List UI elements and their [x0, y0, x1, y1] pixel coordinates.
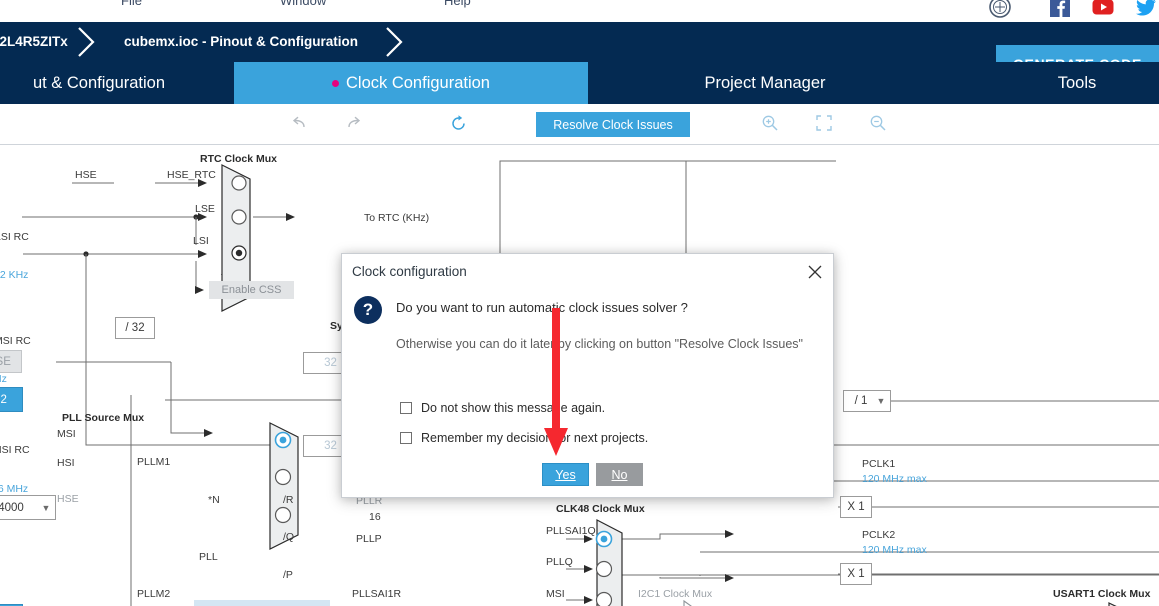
diagram-label: *N: [208, 494, 220, 506]
diagram-label: PLL: [199, 551, 218, 563]
diagram-label: HSE_RTC: [167, 169, 216, 181]
combo-value: / 1: [854, 395, 868, 407]
remember-decision-label: Remember my decision for next projects.: [421, 431, 649, 445]
tab-pinout-configuration[interactable]: ut & Configuration: [0, 62, 234, 104]
zoom-in-icon[interactable]: [757, 110, 783, 136]
diagram-label: HSI RC: [0, 444, 30, 456]
tab-label: ut & Configuration: [32, 73, 166, 92]
diagram-label: PLLM2: [137, 588, 171, 600]
dialog-title: Clock configuration: [352, 264, 467, 279]
breadcrumb-project[interactable]: cubemx.ioc - Pinout & Configuration: [124, 22, 358, 62]
menu-item-help[interactable]: Help: [444, 0, 471, 8]
remember-decision-checkbox[interactable]: [400, 432, 412, 444]
resolve-clock-issues-button[interactable]: Resolve Clock Issues: [536, 112, 690, 137]
diagram-label: PLLM1: [137, 456, 171, 468]
diagram-label: 16 MHz: [0, 483, 29, 495]
diagram-label: LSI RC: [0, 231, 29, 243]
diagram-label: 120 MHz max: [862, 544, 927, 556]
diagram-label: USART1 Clock Mux: [1053, 588, 1151, 600]
fit-screen-icon[interactable]: [811, 110, 837, 136]
breadcrumb-chevron-1-icon: [78, 27, 95, 57]
menu-item-file[interactable]: File: [121, 0, 142, 8]
diagram-label: PLLSAI1Q: [546, 525, 596, 537]
msi-range-combo[interactable]: 4000 ▼: [0, 495, 56, 520]
yes-button-label: Yes: [555, 467, 576, 482]
tab-label: Clock Configuration: [346, 73, 490, 92]
diagram-label: HSE: [57, 493, 79, 505]
diagram-label: /R: [283, 494, 294, 506]
annotation-arrow-icon: [536, 308, 576, 458]
diagram-label: PCLK1: [862, 458, 896, 470]
diagram-label: CLK48 Clock Mux: [556, 503, 645, 515]
enable-css-button[interactable]: Enable CSS: [209, 281, 294, 299]
diagram-label: PLLSAI1R: [352, 588, 402, 600]
diagram-label: Hz: [0, 373, 7, 385]
diagram-label: PCLK2: [862, 529, 896, 541]
combo-value: 4000: [0, 501, 24, 514]
diagram-label: RTC Clock Mux: [200, 153, 278, 165]
undo-icon[interactable]: [286, 110, 312, 136]
apb1-prescaler-x1[interactable]: X 1: [840, 496, 872, 518]
menu-item-window[interactable]: Window: [280, 0, 326, 8]
tab-tools[interactable]: Tools: [942, 62, 1159, 104]
diagram-label: MSI: [546, 588, 565, 600]
diagram-label: PLLP: [356, 533, 382, 545]
diagram-label: PLLQ: [546, 556, 573, 568]
diagram-label: 16: [369, 511, 381, 523]
diagram-label: I2C1 Clock Mux: [638, 588, 713, 600]
diagram-label: To RTC (KHz): [364, 212, 430, 224]
redo-icon[interactable]: [340, 110, 366, 136]
diagram-label: LSI: [193, 235, 209, 247]
diagram-label: HSI: [57, 457, 75, 469]
tab-clock-configuration[interactable]: Clock Configuration: [234, 62, 588, 104]
diagram-label: HSE: [75, 169, 97, 181]
diagram-label: LSE: [195, 203, 215, 215]
yes-button[interactable]: Yes: [542, 463, 589, 486]
hse-div32-box[interactable]: / 32: [115, 317, 155, 339]
ahb-prescaler-combo[interactable]: / 1 ▼: [843, 390, 891, 412]
tab-bar: ut & Configuration Clock Configuration P…: [0, 62, 1159, 104]
menu-bar: File Window Help: [0, 0, 1159, 22]
chevron-down-icon[interactable]: ▼: [872, 396, 890, 406]
zoom-out-icon[interactable]: [865, 110, 891, 136]
facebook-icon[interactable]: [1049, 0, 1071, 18]
chevron-down-icon[interactable]: ▼: [37, 503, 55, 513]
clock-configuration-dialog: Clock configuration ? Do you want to run…: [341, 253, 834, 498]
lsi-value-box[interactable]: 32: [0, 387, 23, 412]
no-button[interactable]: No: [596, 463, 643, 486]
remember-decision-row[interactable]: Remember my decision for next projects.: [400, 431, 648, 445]
refresh-icon[interactable]: [445, 110, 471, 136]
modified-dot-icon: [332, 79, 339, 87]
diagram-label: MSI: [57, 428, 76, 440]
pll-panel: [194, 600, 330, 606]
breadcrumb-chevron-2-icon: [386, 27, 403, 57]
breadcrumb: 32L4R5ZITx cubemx.ioc - Pinout & Configu…: [0, 22, 1159, 83]
st-logo-icon[interactable]: [989, 0, 1011, 18]
lse-box[interactable]: LSE: [0, 350, 22, 373]
dialog-subtext: Otherwise you can do it later by clickin…: [396, 337, 803, 351]
breadcrumb-device[interactable]: 32L4R5ZITx: [0, 22, 68, 62]
apb2-prescaler-x1[interactable]: X 1: [840, 563, 872, 585]
i2c1-mux-glyph: [683, 599, 692, 606]
diagram-label: PLL Source Mux: [62, 412, 145, 424]
no-button-label: No: [611, 467, 628, 482]
twitter-icon[interactable]: [1135, 0, 1157, 18]
do-not-show-label: Do not show this message again.: [421, 401, 606, 415]
youtube-icon[interactable]: [1092, 0, 1114, 18]
tab-label: Project Manager: [704, 73, 826, 92]
tab-label: Tools: [1057, 73, 1097, 92]
tab-project-manager[interactable]: Project Manager: [588, 62, 942, 104]
question-icon: ?: [354, 296, 382, 324]
clk48-clock-mux: [595, 519, 623, 606]
diagram-label: /Q: [283, 531, 295, 543]
diagram-label: 120 MHz max: [862, 473, 927, 485]
do-not-show-checkbox[interactable]: [400, 402, 412, 414]
close-icon[interactable]: [803, 260, 827, 284]
diagram-label: /P: [283, 569, 293, 581]
diagram-label: 32 KHz: [0, 269, 29, 281]
diagram-label: MSI RC: [0, 335, 31, 347]
